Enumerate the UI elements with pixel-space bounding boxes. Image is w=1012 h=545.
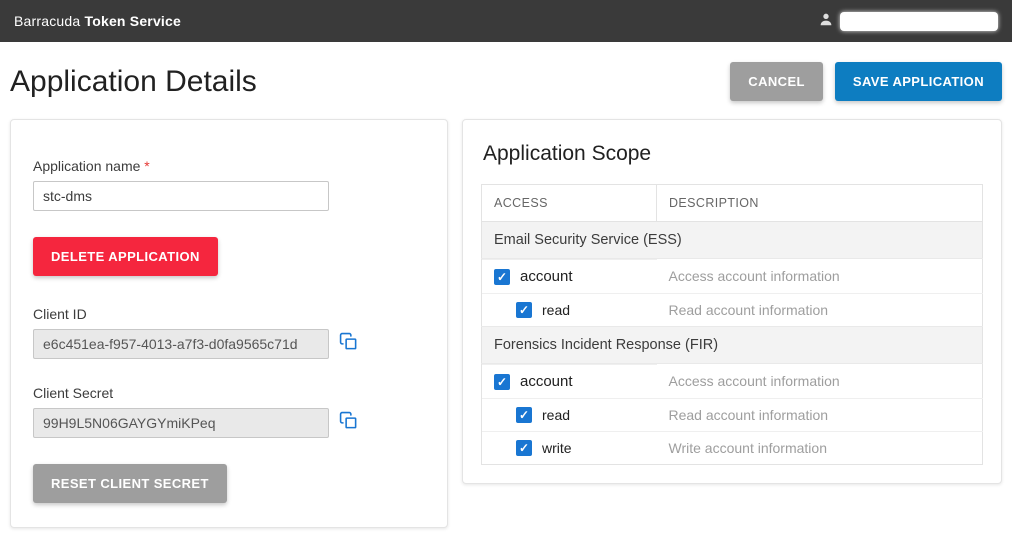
scope-access-label: read — [542, 407, 570, 423]
scope-description: Read account information — [657, 293, 983, 327]
scope-header-row: ACCESS DESCRIPTION — [482, 185, 983, 222]
client-secret-input[interactable] — [33, 408, 329, 438]
application-scope-card: Application Scope ACCESS DESCRIPTION Ema… — [462, 119, 1002, 484]
scope-col-access: ACCESS — [482, 185, 657, 222]
delete-application-button[interactable]: DELETE APPLICATION — [33, 237, 218, 276]
client-secret-label: Client Secret — [33, 385, 425, 401]
masked-username — [840, 12, 998, 31]
scope-access-label: write — [542, 440, 572, 456]
scope-row: ✓ write Write account information — [482, 431, 983, 465]
scope-description: Access account information — [657, 364, 983, 399]
scope-checkbox[interactable]: ✓ — [516, 407, 532, 423]
client-id-row — [33, 322, 425, 359]
scope-checkbox[interactable]: ✓ — [494, 374, 510, 390]
content: Application name * DELETE APPLICATION Cl… — [0, 119, 1012, 528]
user-icon — [818, 11, 834, 32]
scope-row: ✓ read Read account information — [482, 398, 983, 431]
copy-client-secret-icon[interactable] — [339, 411, 358, 435]
page-header: Application Details CANCEL SAVE APPLICAT… — [0, 42, 1012, 119]
scope-table-body: Email Security Service (ESS) ✓ account Acce… — [482, 222, 983, 465]
brand-name: Barracuda — [14, 13, 80, 29]
application-name-input[interactable] — [33, 181, 329, 211]
scope-description: Access account information — [657, 259, 983, 294]
brand: Barracuda Token Service — [14, 13, 181, 29]
scope-access-label: read — [542, 302, 570, 318]
scope-row: ✓ account Access account information — [482, 364, 983, 399]
page-title: Application Details — [10, 65, 257, 99]
user-area — [818, 11, 998, 32]
scope-col-description: DESCRIPTION — [657, 185, 983, 222]
scope-access-label: account — [520, 373, 573, 390]
reset-client-secret-button[interactable]: RESET CLIENT SECRET — [33, 464, 227, 503]
scope-access-label: account — [520, 268, 573, 285]
scope-description: Read account information — [657, 398, 983, 431]
scope-group-name: Forensics Incident Response (FIR) — [482, 327, 983, 364]
client-id-input[interactable] — [33, 329, 329, 359]
scope-title: Application Scope — [483, 142, 983, 166]
scope-checkbox[interactable]: ✓ — [516, 440, 532, 456]
application-details-card: Application name * DELETE APPLICATION Cl… — [10, 119, 448, 528]
copy-client-id-icon[interactable] — [339, 332, 358, 356]
client-id-label: Client ID — [33, 306, 425, 322]
scope-table: ACCESS DESCRIPTION Email Security Servic… — [481, 184, 983, 465]
scope-description: Write account information — [657, 431, 983, 465]
application-name-label: Application name * — [33, 158, 425, 174]
scope-group-row: Forensics Incident Response (FIR) — [482, 327, 983, 364]
required-marker: * — [144, 158, 149, 174]
header-actions: CANCEL SAVE APPLICATION — [730, 62, 1002, 101]
scope-row: ✓ read Read account information — [482, 293, 983, 327]
scope-checkbox[interactable]: ✓ — [516, 302, 532, 318]
scope-group-row: Email Security Service (ESS) — [482, 222, 983, 259]
product-name: Token Service — [85, 13, 182, 29]
scope-row: ✓ account Access account information — [482, 259, 983, 294]
topbar: Barracuda Token Service — [0, 0, 1012, 42]
save-application-button[interactable]: SAVE APPLICATION — [835, 62, 1002, 101]
cancel-button[interactable]: CANCEL — [730, 62, 823, 101]
client-secret-row — [33, 401, 425, 438]
scope-group-name: Email Security Service (ESS) — [482, 222, 983, 259]
scope-checkbox[interactable]: ✓ — [494, 269, 510, 285]
